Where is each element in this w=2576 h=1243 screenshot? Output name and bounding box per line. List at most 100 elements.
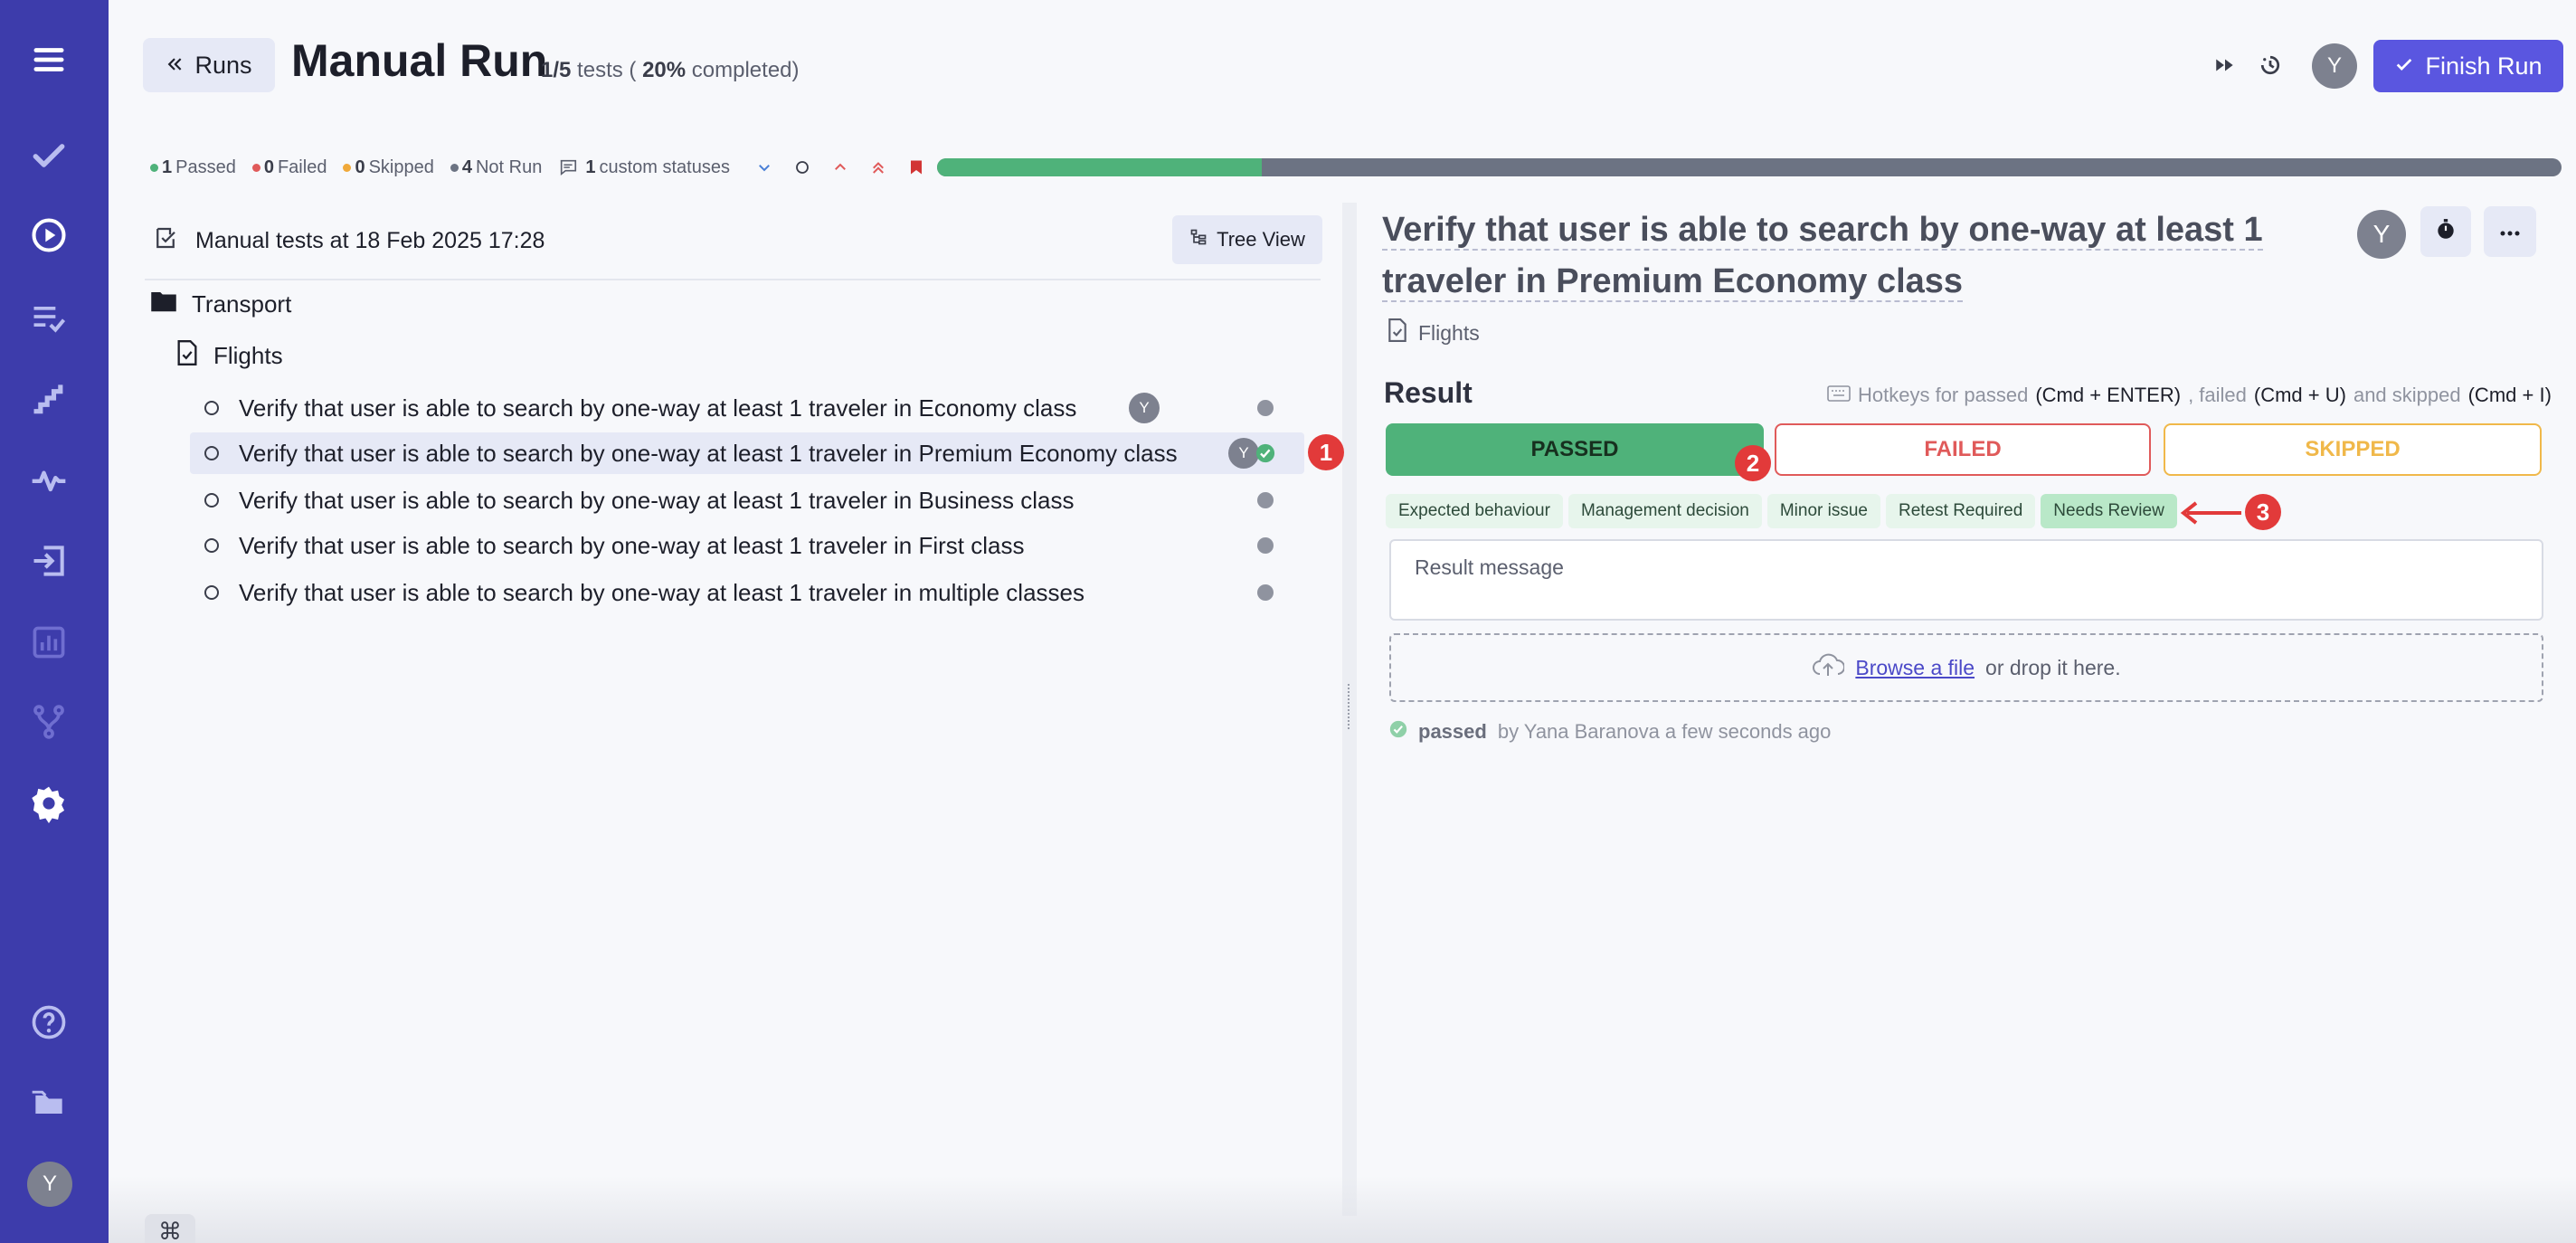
annotation-badge-1: 1: [1308, 434, 1344, 470]
folder-label: Transport: [192, 290, 292, 318]
test-tree-panel: Manual tests at 18 Feb 2025 17:28 Tree V…: [145, 201, 1322, 1223]
back-button-label: Runs: [194, 51, 252, 79]
status-not-run-dot: [1257, 584, 1274, 601]
run-progress-fill: [937, 158, 1263, 176]
annotation-badge-2: 2: [1735, 445, 1771, 481]
file-check-icon: [175, 340, 199, 372]
test-detail-panel: Verify that user is able to search by on…: [1357, 201, 2576, 1223]
test-radio[interactable]: [204, 446, 219, 460]
skipped-dot: [343, 163, 352, 172]
folders-icon[interactable]: [24, 1078, 74, 1129]
test-title: Verify that user is able to search by on…: [239, 486, 1075, 514]
failed-button[interactable]: FAILED: [1775, 423, 2151, 476]
tag-management-decision[interactable]: Management decision: [1567, 494, 1762, 528]
chevron-up-icon[interactable]: [828, 155, 853, 180]
checklist-icon[interactable]: [24, 291, 74, 342]
drop-text: or drop it here.: [1985, 655, 2121, 679]
result-message-input[interactable]: Result message: [1389, 539, 2543, 621]
test-radio[interactable]: [204, 493, 219, 508]
browse-file-link[interactable]: Browse a file: [1855, 656, 1975, 680]
tag-needs-review[interactable]: Needs Review: [2041, 494, 2177, 528]
progress-tests-label: tests (: [577, 58, 637, 82]
test-row[interactable]: Verify that user is able to search by on…: [190, 479, 1304, 521]
finish-run-button[interactable]: Finish Run: [2373, 40, 2563, 92]
more-options-button[interactable]: [2484, 206, 2536, 257]
title-line-2: traveler in Premium Economy class: [1382, 262, 1964, 302]
branch-icon[interactable]: [24, 697, 74, 747]
file-drop-zone[interactable]: Browse a file or drop it here.: [1389, 633, 2543, 702]
result-history-entry: passed by Yana Baranova a few seconds ag…: [1389, 720, 1831, 744]
test-radio[interactable]: [204, 585, 219, 600]
test-title: Verify that user is able to search by on…: [239, 394, 1077, 422]
play-circle-icon[interactable]: [24, 210, 74, 261]
test-assignee-avatar: Y: [1228, 438, 1259, 469]
help-icon[interactable]: [24, 997, 74, 1048]
command-palette-key[interactable]: ⌘: [145, 1214, 195, 1243]
pulse-icon[interactable]: [24, 454, 74, 505]
folder-node-transport[interactable]: Transport: [150, 289, 291, 319]
test-assignee-avatar: Y: [1129, 393, 1160, 423]
checkmark-icon[interactable]: [24, 130, 74, 181]
test-title: Verify that user is able to search by on…: [239, 578, 1084, 606]
hotkeys-hint: Hotkeys for passed (Cmd + ENTER) , faile…: [1827, 384, 2552, 407]
test-row-selected[interactable]: Verify that user is able to search by on…: [190, 432, 1304, 474]
splitter-handle[interactable]: [1348, 684, 1351, 729]
sidebar: Y: [0, 0, 109, 1243]
tag-expected-behaviour[interactable]: Expected behaviour: [1386, 494, 1563, 528]
steps-icon[interactable]: [24, 373, 74, 423]
circle-icon[interactable]: [790, 155, 815, 180]
import-icon[interactable]: [24, 536, 74, 586]
file-label: Flights: [213, 342, 283, 369]
back-to-runs-button[interactable]: Runs: [143, 38, 275, 92]
menu-icon[interactable]: [24, 34, 74, 85]
tree-view-button[interactable]: Tree View: [1172, 215, 1322, 264]
test-row[interactable]: Verify that user is able to search by on…: [190, 387, 1304, 429]
test-radio[interactable]: [204, 538, 219, 553]
detail-assignee-avatar[interactable]: Y: [2357, 210, 2406, 259]
status-passed-icon: [1255, 443, 1275, 463]
annotation-arrow: [2180, 499, 2243, 527]
comment-icon: [558, 157, 578, 177]
bar-chart-icon[interactable]: [24, 617, 74, 668]
test-row[interactable]: Verify that user is able to search by on…: [190, 572, 1304, 613]
gear-icon[interactable]: [24, 778, 74, 829]
tag-retest-required[interactable]: Retest Required: [1886, 494, 2036, 528]
test-title: Verify that user is able to search by on…: [239, 439, 1178, 467]
header-avatar[interactable]: Y: [2312, 43, 2357, 89]
stat-passed[interactable]: 1 Passed: [150, 157, 236, 178]
status-not-run-dot: [1257, 537, 1274, 554]
bookmark-icon[interactable]: [904, 155, 929, 180]
stopwatch-icon: [2434, 218, 2458, 245]
tree-view-label: Tree View: [1217, 228, 1305, 251]
folder-icon: [150, 289, 177, 319]
tag-minor-issue[interactable]: Minor issue: [1766, 494, 1880, 528]
stat-skipped[interactable]: 0 Skipped: [343, 157, 434, 178]
passed-button[interactable]: PASSED: [1386, 423, 1764, 476]
skipped-button[interactable]: SKIPPED: [2164, 423, 2542, 476]
stat-not-run[interactable]: 4 Not Run: [450, 157, 542, 178]
annotation-badge-3: 3: [2245, 494, 2281, 530]
divider: [145, 279, 1321, 280]
double-chevron-up-icon[interactable]: [866, 155, 891, 180]
user-avatar[interactable]: Y: [27, 1162, 72, 1207]
fast-forward-icon[interactable]: [2207, 47, 2243, 83]
suite-link[interactable]: Flights: [1387, 318, 1480, 347]
stopwatch-button[interactable]: [2420, 206, 2471, 257]
passed-status-text: passed: [1418, 720, 1487, 743]
main-area: Runs Manual Run 1/5 tests ( 20% complete…: [109, 0, 2576, 1243]
run-progress-bar: [937, 158, 2562, 176]
test-radio[interactable]: [204, 401, 219, 415]
suite-title: Manual tests at 18 Feb 2025 17:28: [195, 228, 545, 253]
stat-failed[interactable]: 0 Failed: [251, 157, 327, 178]
check-icon: [2394, 52, 2414, 81]
chevron-down-icon[interactable]: [752, 155, 777, 180]
test-row[interactable]: Verify that user is able to search by on…: [190, 525, 1304, 566]
test-case-title[interactable]: Verify that user is able to search by on…: [1382, 204, 2359, 308]
file-node-flights[interactable]: Flights: [175, 340, 283, 372]
chevrons-left-icon: [166, 52, 184, 80]
stat-custom[interactable]: 1 custom statuses: [558, 157, 730, 178]
timer-reset-icon[interactable]: [2252, 47, 2288, 83]
test-title: Verify that user is able to search by on…: [239, 531, 1025, 559]
progress-percent: 20%: [642, 58, 687, 82]
run-stats: 1 Passed 0 Failed 0 Skipped 4 Not Run 1 custo…: [150, 152, 929, 183]
